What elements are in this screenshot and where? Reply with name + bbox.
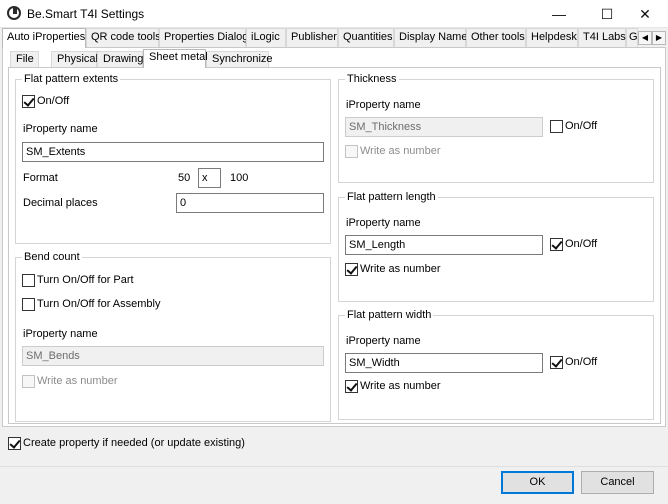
format-separator-input[interactable]: x <box>198 168 221 188</box>
width-iproperty-label: iProperty name <box>346 335 421 347</box>
width-onoff-label: On/Off <box>565 356 598 368</box>
bend-write-number-checkbox[interactable] <box>22 375 35 388</box>
length-iproperty-input[interactable]: SM_Length <box>345 235 543 255</box>
window-title: Be.Smart T4I Settings <box>27 7 145 21</box>
tab-quantities[interactable]: Quantities <box>338 28 394 47</box>
flat-pattern-extents-group: Flat pattern extents On/Off iProperty na… <box>15 72 331 244</box>
thickness-onoff-label: On/Off <box>565 120 598 132</box>
thickness-onoff-checkbox[interactable] <box>550 120 563 133</box>
bend-part-label: Turn On/Off for Part <box>37 274 134 286</box>
flat-pattern-length-group: Flat pattern length iProperty name SM_Le… <box>338 190 654 302</box>
subtab-synchronize[interactable]: Synchronize <box>206 51 273 68</box>
close-button[interactable]: ✕ <box>622 0 668 28</box>
extents-onoff-checkbox[interactable] <box>22 95 35 108</box>
subtab-physical[interactable]: Physical <box>51 51 98 68</box>
thickness-iproperty-input[interactable]: SM_Thickness <box>345 117 543 137</box>
group-title: Bend count <box>22 250 82 264</box>
tab-scroll-left-icon[interactable]: ◀ <box>638 31 652 45</box>
width-onoff-checkbox[interactable] <box>550 356 563 369</box>
length-onoff-label: On/Off <box>565 238 598 250</box>
width-iproperty-input[interactable]: SM_Width <box>345 353 543 373</box>
bend-count-group: Bend count Turn On/Off for Part Turn On/… <box>15 250 331 422</box>
subtab-drawing[interactable]: Drawing <box>97 51 143 68</box>
tab-qr-code-tools[interactable]: QR code tools <box>86 28 161 47</box>
width-write-number-label: Write as number <box>360 380 441 392</box>
group-title: Flat pattern length <box>345 190 438 204</box>
decimal-places-input[interactable]: 0 <box>176 193 324 213</box>
group-title: Thickness <box>345 72 399 86</box>
group-title: Flat pattern extents <box>22 72 121 86</box>
format-right-value: 100 <box>230 172 249 184</box>
flat-pattern-width-group: Flat pattern width iProperty name SM_Wid… <box>338 308 654 420</box>
tab-ilogic[interactable]: iLogic <box>246 28 286 47</box>
thickness-write-number-label: Write as number <box>360 145 441 157</box>
extents-onoff-label: On/Off <box>37 95 70 107</box>
ok-button[interactable]: OK <box>501 471 574 494</box>
length-write-number-checkbox[interactable] <box>345 263 358 276</box>
create-property-checkbox[interactable] <box>8 437 21 450</box>
bend-part-checkbox[interactable] <box>22 274 35 287</box>
extents-iproperty-input[interactable]: SM_Extents <box>22 142 324 162</box>
tab-helpdesk[interactable]: Helpdesk <box>526 28 578 47</box>
minimize-button[interactable]: — <box>536 0 582 28</box>
width-write-number-checkbox[interactable] <box>345 380 358 393</box>
thickness-write-number-checkbox[interactable] <box>345 145 358 158</box>
subtab-sheet-metal[interactable]: Sheet metal <box>143 49 208 68</box>
tab-overflow[interactable]: G <box>626 28 638 47</box>
app-icon <box>7 6 21 20</box>
cancel-button[interactable]: Cancel <box>581 471 654 494</box>
bend-iproperty-label: iProperty name <box>23 328 98 340</box>
decimal-places-label: Decimal places <box>23 197 98 209</box>
bend-write-number-label: Write as number <box>37 375 118 387</box>
bend-iproperty-input[interactable]: SM_Bends <box>22 346 324 366</box>
main-tab-strip: Auto iProperties QR code tools Propertie… <box>0 28 668 48</box>
format-label: Format <box>23 172 58 184</box>
title-bar: Be.Smart T4I Settings — ☐ ✕ <box>0 0 668 28</box>
thickness-group: Thickness iProperty name SM_Thickness On… <box>338 72 654 183</box>
tab-properties-dialog[interactable]: Properties Dialog <box>159 28 248 47</box>
tab-other-tools[interactable]: Other tools <box>466 28 526 47</box>
length-write-number-label: Write as number <box>360 263 441 275</box>
bend-assembly-label: Turn On/Off for Assembly <box>37 298 161 310</box>
tab-t4i-labs[interactable]: T4I Labs <box>578 28 626 47</box>
thickness-iproperty-label: iProperty name <box>346 99 421 111</box>
dialog-footer: OK Cancel <box>0 466 668 504</box>
tab-scroll-right-icon[interactable]: ▶ <box>652 31 666 45</box>
length-iproperty-label: iProperty name <box>346 217 421 229</box>
length-onoff-checkbox[interactable] <box>550 238 563 251</box>
extents-iproperty-label: iProperty name <box>23 123 98 135</box>
format-left-value: 50 <box>178 172 191 184</box>
group-title: Flat pattern width <box>345 308 434 322</box>
tab-publisher[interactable]: Publisher <box>286 28 338 47</box>
tab-display-name[interactable]: Display Name <box>394 28 467 47</box>
subtab-file[interactable]: File <box>10 51 39 68</box>
create-property-label: Create property if needed (or update exi… <box>23 437 245 449</box>
tab-auto-iproperties[interactable]: Auto iProperties <box>2 28 86 48</box>
bend-assembly-checkbox[interactable] <box>22 298 35 311</box>
